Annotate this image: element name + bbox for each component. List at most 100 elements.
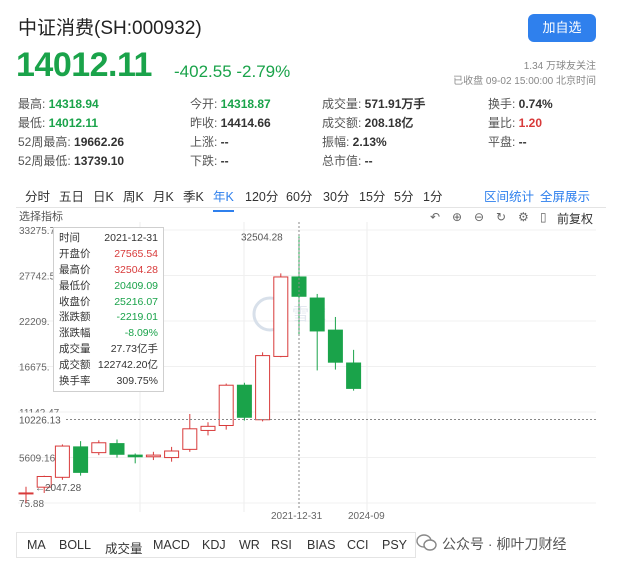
stat-label: 成交额: (322, 116, 362, 130)
candle-body (54, 445, 70, 478)
candle-body (109, 443, 125, 455)
tab-indicator[interactable]: BIAS (307, 538, 336, 552)
stat-label: 52周最高: (18, 135, 71, 149)
stat-item: 52周最高: 19662.26 (18, 133, 124, 150)
stat-value: 14318.94 (45, 97, 99, 111)
tab-indicator[interactable]: RSI (271, 538, 292, 552)
stat-label: 最高: (18, 97, 46, 111)
tab-indicator[interactable]: KDJ (202, 538, 226, 552)
tooltip-row: 成交额 122742.20亿 (59, 358, 158, 374)
tooltip-key: 涨跌额 (59, 311, 91, 324)
tooltip-row: 最低价 20409.09 (59, 279, 158, 295)
stat-value: 0.74% (515, 97, 553, 111)
candle-tooltip: 时间 2021-12-31 开盘价 27565.54 最高价 32504.28 最低价 204… (53, 227, 164, 392)
stat-item: 下跌: -- (190, 152, 229, 169)
tooltip-key: 收盘价 (59, 295, 91, 308)
stat-item: 今开: 14318.87 (190, 95, 271, 112)
stat-value: 208.18亿 (361, 116, 414, 130)
y-tick-label: 22209. (19, 317, 50, 328)
stat-label: 振幅: (322, 135, 350, 149)
stat-item: 振幅: 2.13% (322, 133, 387, 150)
stat-item: 上涨: -- (190, 133, 229, 150)
stat-item: 最高: 14318.94 (18, 95, 99, 112)
stat-label: 昨收: (190, 116, 218, 130)
tab-indicator[interactable]: CCI (347, 538, 369, 552)
tooltip-value: -8.09% (124, 327, 158, 340)
y-tick-label: 75.88 (19, 499, 44, 510)
y-tick-label: 16675. (19, 362, 50, 373)
tab-period[interactable]: 30分 (323, 186, 349, 205)
stat-item: 总市值: -- (322, 152, 373, 169)
add-to-watchlist-button[interactable]: 加自选 (528, 14, 596, 42)
tab-period[interactable]: 5分 (394, 186, 413, 205)
stat-value: 571.91万手 (361, 97, 426, 111)
tab-period[interactable]: 日K (93, 186, 114, 205)
tooltip-row: 换手率 309.75% (59, 374, 158, 390)
tooltip-key: 时间 (59, 232, 80, 244)
last-price: 14012.11 (16, 46, 152, 84)
min-value-label: ←2047.28 (35, 483, 82, 494)
tooltip-key: 开盘价 (59, 247, 91, 260)
tab-indicator[interactable]: BOLL (59, 538, 91, 552)
followers-count: 1.34 万球友关注 (523, 61, 596, 72)
stat-label: 总市值: (322, 154, 362, 168)
stat-value: 19662.26 (70, 135, 125, 149)
candle-body (273, 276, 289, 357)
stat-value: 14414.66 (217, 116, 271, 130)
tooltip-row: 涨跌幅 -8.09% (59, 326, 158, 342)
tab-period[interactable]: 五日 (59, 186, 84, 205)
tab-period[interactable]: 1分 (423, 186, 442, 205)
candle-body (255, 355, 271, 421)
candle-body (200, 425, 216, 431)
stat-label: 最低: (18, 116, 46, 130)
stat-label: 量比: (488, 116, 516, 130)
stat-value: -- (361, 154, 373, 168)
stat-value: 1.20 (515, 116, 543, 130)
tab-period[interactable]: 120分 (245, 186, 278, 205)
tooltip-key: 成交额 (59, 359, 91, 372)
tab-indicator[interactable]: MA (27, 538, 46, 552)
candle-body (73, 446, 89, 473)
tooltip-row: 涨跌额 -2219.01 (59, 310, 158, 326)
tab-period[interactable]: 分时 (25, 186, 50, 205)
stat-item: 52周最低: 13739.10 (18, 152, 124, 169)
stat-item: 昨收: 14414.66 (190, 114, 271, 131)
tooltip-value: 309.75% (116, 375, 158, 388)
tooltip-value: 2021-12-31 (104, 232, 158, 244)
x-tick-label: 2021-12-31 (271, 511, 323, 522)
tab-period[interactable]: 年K (213, 186, 234, 212)
tab-indicator[interactable]: PSY (382, 538, 407, 552)
y-tick-label: 5609.16 (19, 454, 56, 465)
tooltip-value: 32504.28 (114, 263, 158, 276)
range-stats-link[interactable]: 区间统计 (484, 186, 534, 205)
tab-period[interactable]: 周K (123, 186, 144, 205)
tooltip-key: 涨跌幅 (59, 327, 91, 340)
tab-period[interactable]: 60分 (286, 186, 312, 205)
stat-label: 上涨: (190, 135, 218, 149)
candle-body (164, 450, 180, 459)
tooltip-value: 27565.54 (114, 247, 158, 260)
tooltip-key: 换手率 (59, 375, 91, 388)
stat-value: 14012.11 (45, 116, 99, 130)
tooltip-row: 成交量 27.73亿手 (59, 342, 158, 358)
tab-period[interactable]: 季K (183, 186, 204, 205)
tooltip-key: 最高价 (59, 263, 91, 276)
y-tick-label: 27742.5 (19, 271, 56, 282)
stat-label: 换手: (488, 97, 516, 111)
tab-indicator[interactable]: MACD (153, 538, 190, 552)
tab-indicator[interactable]: 成交量 (105, 538, 143, 557)
tab-indicator[interactable]: WR (239, 538, 260, 552)
stat-value: 2.13% (349, 135, 387, 149)
tab-period[interactable]: 15分 (359, 186, 385, 205)
candle-body (91, 442, 107, 454)
candle-body (346, 362, 362, 389)
candle-body (182, 428, 198, 450)
stat-label: 今开: (190, 97, 218, 111)
tab-period[interactable]: 月K (153, 186, 174, 205)
candle-body (127, 454, 143, 458)
tooltip-row: 开盘价 27565.54 (59, 247, 158, 263)
stat-item: 量比: 1.20 (488, 114, 542, 131)
candle-body (327, 329, 343, 363)
fullscreen-link[interactable]: 全屏展示 (540, 186, 590, 205)
x-tick-label: 2024-09 (348, 511, 385, 522)
